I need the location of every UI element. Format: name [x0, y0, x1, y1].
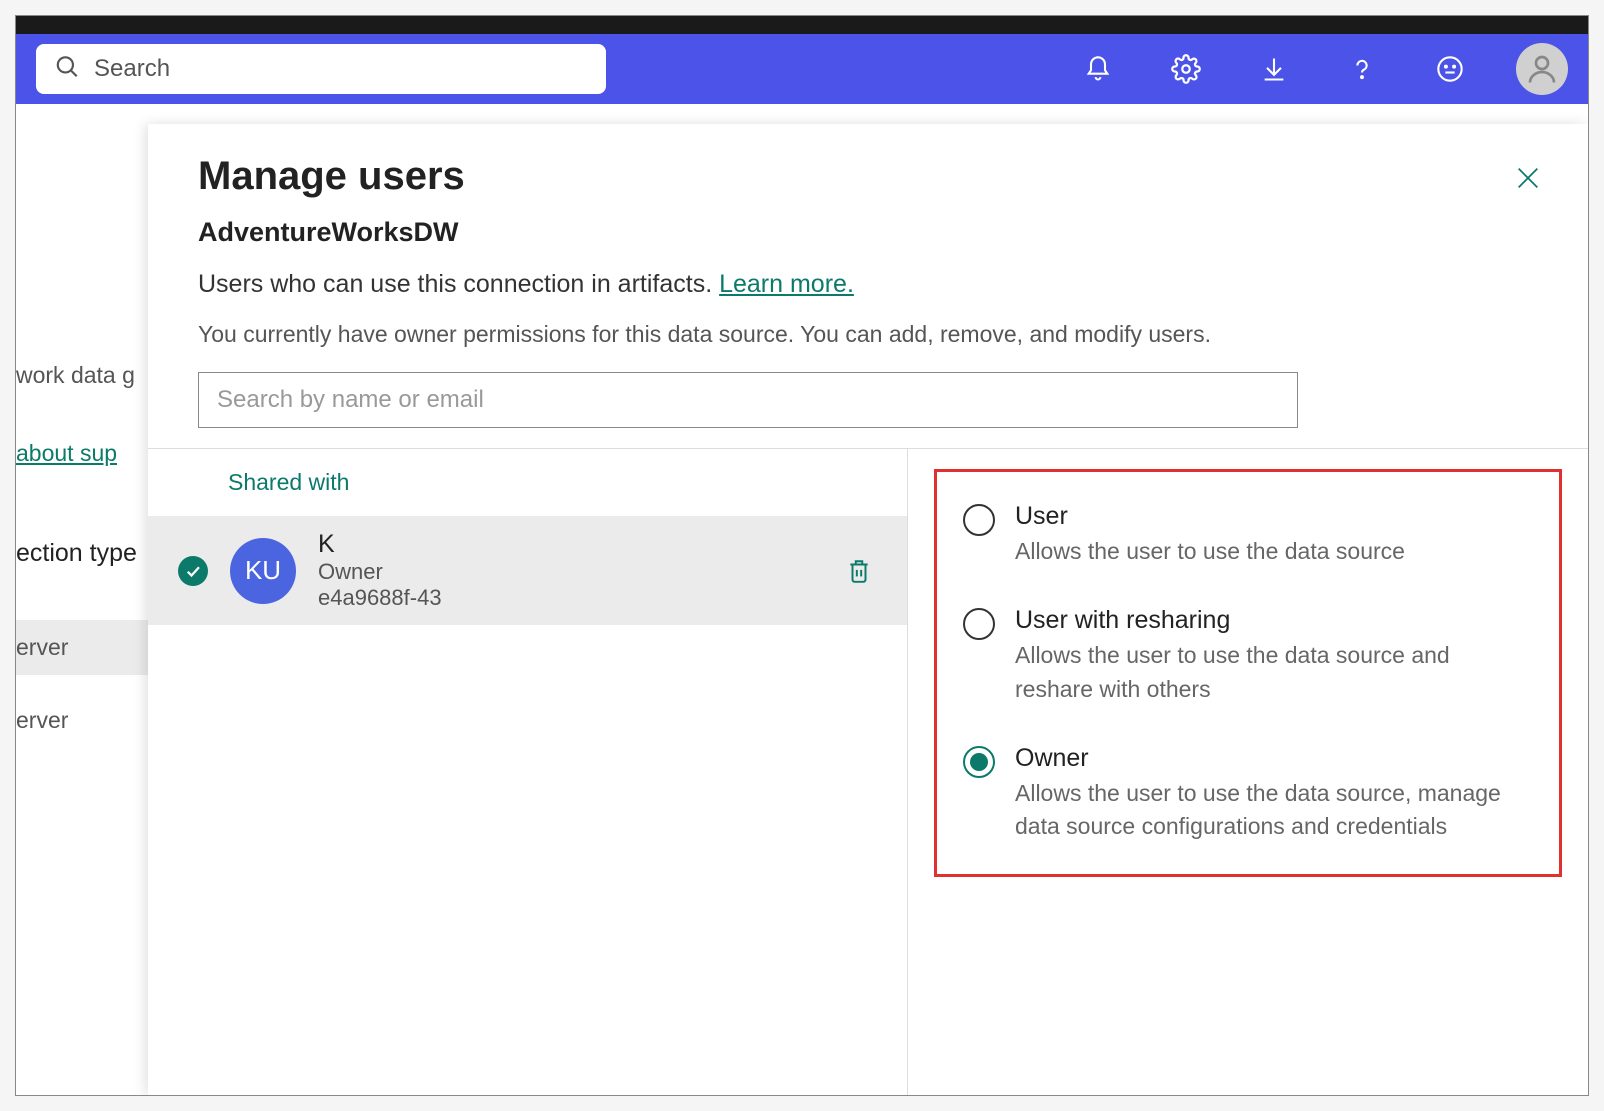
app-header [16, 34, 1588, 104]
delete-user-button[interactable] [841, 553, 877, 589]
datasource-name: AdventureWorksDW [198, 217, 1538, 248]
users-list: Shared with KU K Owner e4a9688f-43 [148, 449, 908, 1095]
user-name: K [318, 530, 819, 559]
role-option-user-resharing[interactable]: User with resharing Allows the user to u… [963, 606, 1533, 706]
settings-icon[interactable] [1162, 45, 1210, 93]
desc-text: Users who can use this connection in art… [198, 270, 719, 298]
user-search-input[interactable] [198, 372, 1298, 428]
learn-more-link[interactable]: Learn more. [719, 270, 854, 298]
roles-highlight-box: User Allows the user to use the data sou… [934, 469, 1562, 877]
user-info: K Owner e4a9688f-43 [318, 530, 819, 611]
global-search-input[interactable] [36, 44, 606, 94]
role-desc: Allows the user to use the data source, … [1015, 777, 1533, 844]
role-desc: Allows the user to use the data source [1015, 535, 1405, 568]
feedback-icon[interactable] [1426, 45, 1474, 93]
close-button[interactable] [1510, 160, 1546, 196]
radio-icon[interactable] [963, 746, 995, 778]
manage-users-panel: Manage users AdventureWorksDW Users who … [148, 124, 1588, 1095]
panel-title: Manage users [198, 154, 1538, 199]
radio-icon[interactable] [963, 608, 995, 640]
panel-description: Users who can use this connection in art… [198, 270, 1538, 299]
user-id: e4a9688f-43 [318, 585, 819, 611]
role-title: User with resharing [1015, 606, 1533, 635]
window-titlebar [16, 16, 1588, 34]
user-role: Owner [318, 559, 819, 585]
bg-label: ection type [16, 539, 137, 567]
help-icon[interactable] [1338, 45, 1386, 93]
role-desc: Allows the user to use the data source a… [1015, 639, 1533, 706]
user-row[interactable]: KU K Owner e4a9688f-43 [148, 516, 907, 625]
user-avatar[interactable] [1516, 43, 1568, 95]
notifications-icon[interactable] [1074, 45, 1122, 93]
role-option-owner[interactable]: Owner Allows the user to use the data so… [963, 744, 1533, 844]
bg-link[interactable]: about sup [16, 440, 117, 466]
permission-note: You currently have owner permissions for… [198, 321, 1538, 348]
search-icon [54, 54, 80, 85]
role-title: Owner [1015, 744, 1533, 773]
role-option-user[interactable]: User Allows the user to use the data sou… [963, 502, 1533, 568]
role-title: User [1015, 502, 1405, 531]
radio-icon[interactable] [963, 504, 995, 536]
role-selection: User Allows the user to use the data sou… [908, 449, 1588, 1095]
shared-with-tab[interactable]: Shared with [148, 449, 907, 516]
global-search-wrap [36, 44, 606, 94]
selected-check-icon [178, 556, 208, 586]
user-initials-avatar: KU [230, 538, 296, 604]
download-icon[interactable] [1250, 45, 1298, 93]
